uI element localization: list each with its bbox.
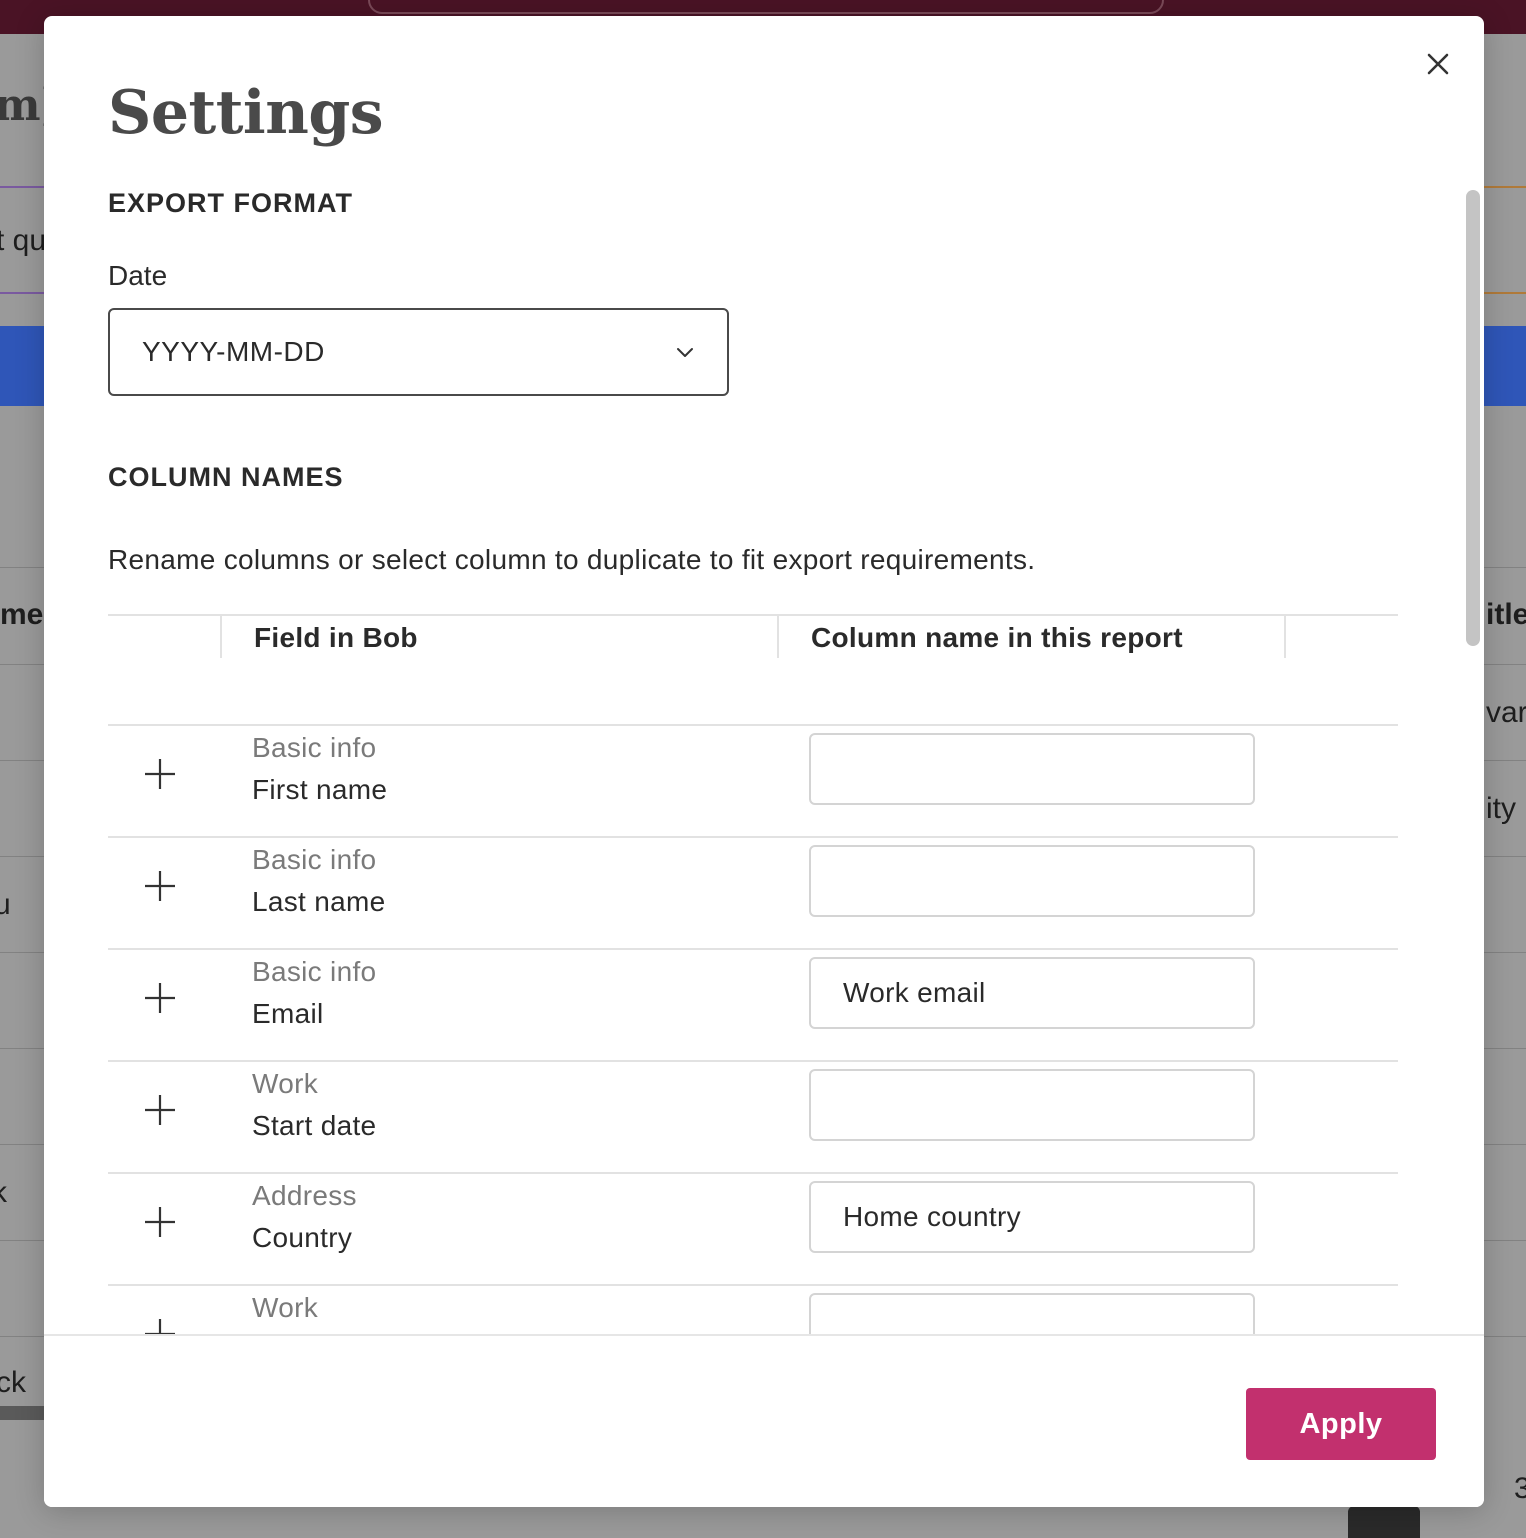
table-row: Work Start date — [108, 1060, 1398, 1172]
background-row-line — [1484, 567, 1526, 568]
background-row-line — [0, 856, 44, 857]
header-column-name: Column name in this report — [811, 622, 1183, 653]
duplicate-column-button[interactable] — [142, 1316, 178, 1334]
modal-footer: Apply — [44, 1334, 1484, 1507]
background-row-line — [1484, 1048, 1526, 1049]
column-name-input[interactable] — [809, 1181, 1255, 1253]
table-row: Basic info Last name — [108, 836, 1398, 948]
background-divider — [1484, 292, 1526, 294]
close-button[interactable] — [1422, 48, 1454, 80]
background-row-line — [1484, 1336, 1526, 1337]
background-row-line — [1484, 952, 1526, 953]
table-row: Address Country — [108, 1172, 1398, 1284]
close-icon — [1427, 53, 1449, 75]
row-field: Start date — [252, 1110, 377, 1141]
plus-icon — [145, 759, 175, 789]
duplicate-column-button[interactable] — [142, 1092, 178, 1128]
column-name-input[interactable] — [809, 1293, 1255, 1334]
row-field: Last name — [252, 886, 386, 917]
row-category: Basic info — [252, 956, 377, 987]
chevron-down-icon — [677, 348, 693, 357]
table-border — [108, 614, 1398, 616]
row-category: Address — [252, 1180, 357, 1211]
header-field-in-bob: Field in Bob — [254, 622, 418, 653]
column-names-heading: COLUMN NAMES — [108, 462, 344, 492]
duplicate-column-button[interactable] — [142, 1204, 178, 1240]
background-row-line — [1484, 856, 1526, 857]
background-row-line — [1484, 1240, 1526, 1241]
row-category: Basic info — [252, 844, 377, 875]
header-divider — [1284, 616, 1286, 658]
background-text: me — [0, 598, 44, 631]
background-row-line — [0, 1336, 44, 1337]
background-row-line — [1484, 760, 1526, 761]
background-row-line — [0, 760, 44, 761]
background-text: itle — [1486, 598, 1526, 631]
column-name-input[interactable] — [809, 1069, 1255, 1141]
plus-icon — [145, 1095, 175, 1125]
duplicate-column-button[interactable] — [142, 980, 178, 1016]
background-text: k — [0, 1176, 7, 1210]
background-text: 3 — [1514, 1472, 1526, 1505]
background-text: ity — [1486, 792, 1516, 825]
background-banner — [1484, 326, 1526, 406]
duplicate-column-button[interactable] — [142, 868, 178, 904]
background-row-line — [0, 1240, 44, 1241]
header-divider — [220, 616, 222, 658]
background-row-line — [1484, 664, 1526, 665]
background-text: u — [0, 888, 11, 921]
table-row: Basic info First name — [108, 724, 1398, 836]
header-divider — [777, 616, 779, 658]
row-field: First name — [252, 774, 388, 805]
background-button — [1348, 1506, 1420, 1538]
settings-modal: Settings EXPORT FORMAT Date YYYY-MM-DD C… — [44, 16, 1484, 1507]
plus-icon — [145, 1207, 175, 1237]
date-label: Date — [108, 260, 168, 291]
row-category: Basic info — [252, 732, 377, 763]
plus-icon — [145, 983, 175, 1013]
background-text: ck — [0, 1366, 26, 1399]
duplicate-column-button[interactable] — [142, 756, 178, 792]
modal-body: EXPORT FORMAT Date YYYY-MM-DD COLUMN NAM… — [44, 166, 1484, 1334]
column-name-input[interactable] — [809, 957, 1255, 1029]
background-row-line — [0, 1144, 44, 1145]
background-text: t qu — [0, 224, 47, 257]
column-names-description: Rename columns or select column to dupli… — [108, 544, 1036, 575]
plus-icon — [145, 1319, 175, 1334]
background-scrollbar — [0, 1406, 44, 1420]
background-row-line — [0, 664, 44, 665]
background-banner — [0, 326, 44, 406]
column-name-input[interactable] — [809, 733, 1255, 805]
background-text: var — [1486, 696, 1526, 729]
column-name-input[interactable] — [809, 845, 1255, 917]
background-row-line — [0, 952, 44, 953]
table-row: Basic info Email — [108, 948, 1398, 1060]
export-format-heading: EXPORT FORMAT — [108, 188, 353, 218]
row-category: Work — [252, 1068, 319, 1099]
plus-icon — [145, 871, 175, 901]
date-format-value: YYYY-MM-DD — [142, 336, 325, 367]
background-row-line — [0, 1048, 44, 1049]
row-field: Country — [252, 1222, 353, 1253]
background-row-line — [0, 567, 44, 568]
background-search-bar — [368, 0, 1164, 14]
apply-button[interactable]: Apply — [1246, 1388, 1436, 1460]
background-divider — [1484, 186, 1526, 188]
modal-title: Settings — [108, 78, 384, 148]
background-row-line — [1484, 1144, 1526, 1145]
row-category: Work — [252, 1292, 319, 1323]
background-divider — [0, 292, 44, 294]
background-divider — [0, 186, 44, 188]
date-format-select[interactable]: YYYY-MM-DD — [108, 308, 729, 396]
table-row: Work — [108, 1284, 1398, 1334]
row-field: Email — [252, 998, 324, 1029]
